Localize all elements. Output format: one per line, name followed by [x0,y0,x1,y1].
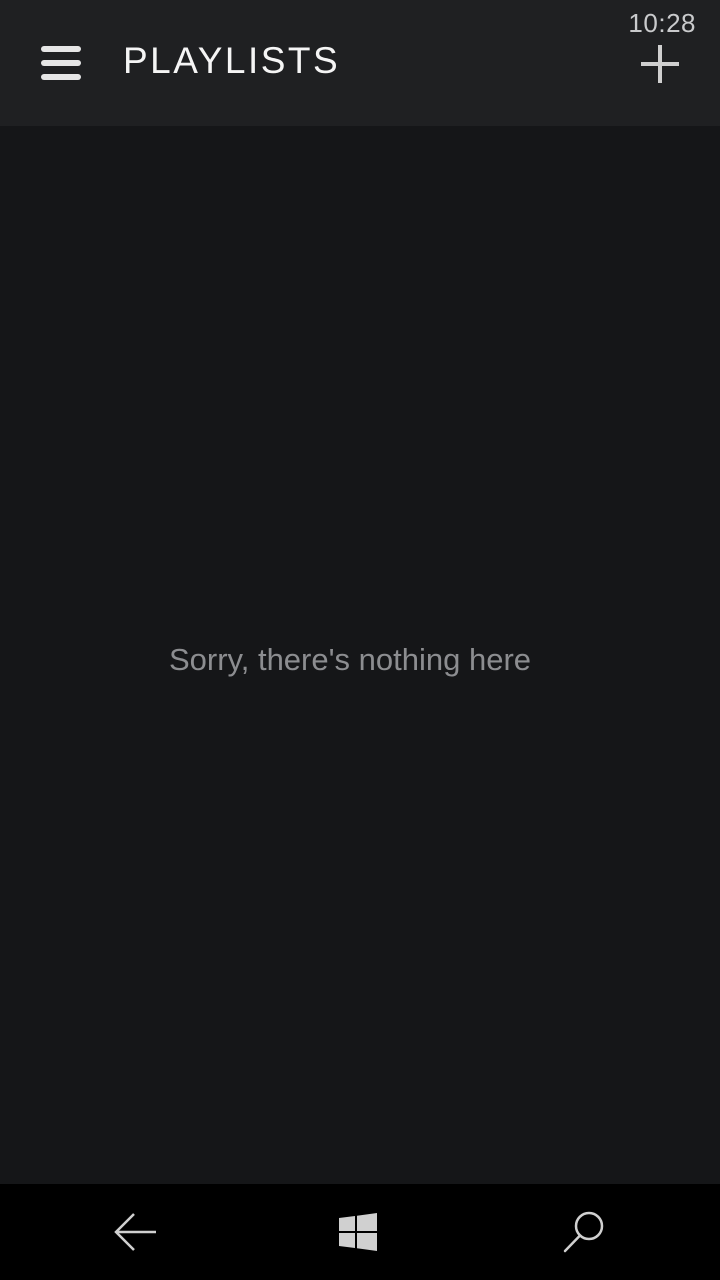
plus-icon [641,45,679,83]
header-bar: 10:28 PLAYLISTS [0,0,720,126]
windows-logo-icon [339,1213,377,1251]
hamburger-menu-icon [41,46,81,80]
search-icon [563,1211,604,1253]
home-button[interactable] [328,1202,388,1262]
empty-state-message: Sorry, there's nothing here [168,642,532,677]
add-playlist-button[interactable] [632,36,688,92]
system-navigation-bar [0,1184,720,1280]
page-title: PLAYLISTS [123,40,341,81]
menu-button[interactable] [32,36,90,90]
status-time: 10:28 [628,8,696,38]
search-button[interactable] [554,1202,614,1262]
back-arrow-icon [114,1213,156,1251]
back-button[interactable] [106,1202,166,1262]
app-screen: 10:28 PLAYLISTS Sorry, there's nothing h… [0,0,720,1280]
